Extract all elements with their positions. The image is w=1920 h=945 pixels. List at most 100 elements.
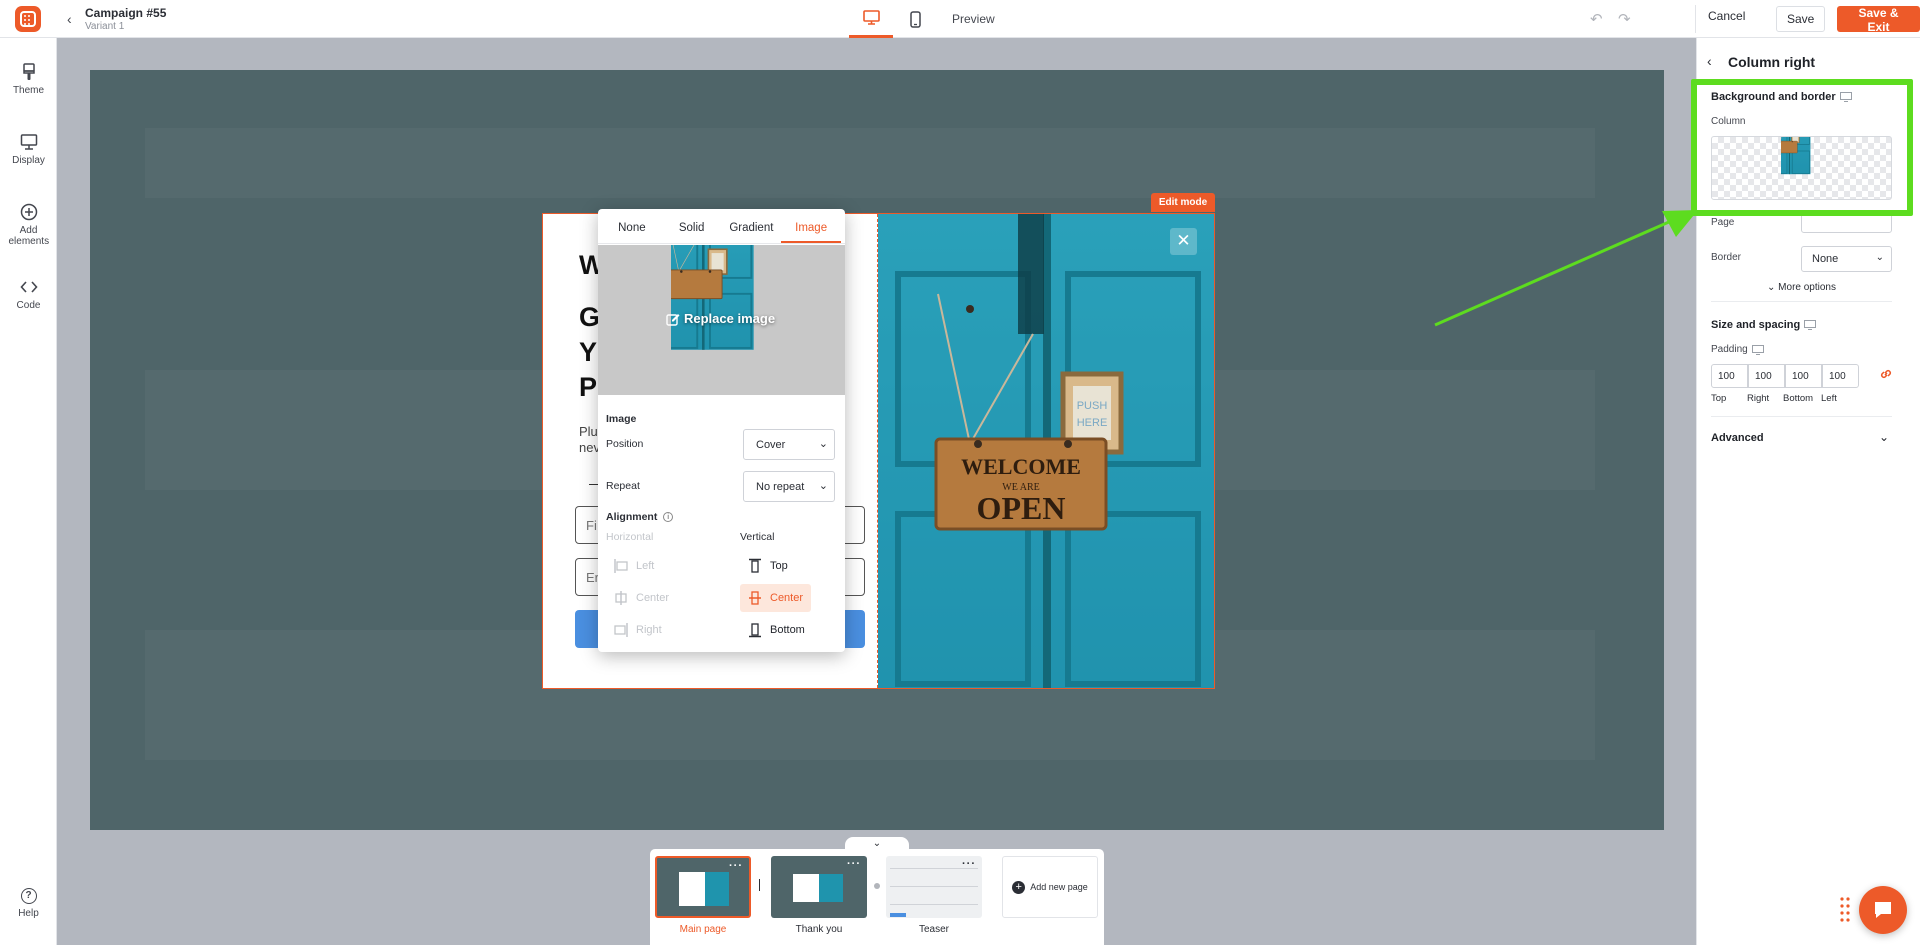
position-value: Cover [756,439,786,451]
more-icon[interactable]: ··· [847,858,861,870]
border-select[interactable]: None ⌄ [1801,246,1892,272]
repeat-value: No repeat [756,481,805,493]
page-background-select[interactable] [1801,211,1892,233]
app-logo-icon[interactable] [15,6,41,32]
alignment-label: Alignment i [606,511,674,523]
repeat-select[interactable]: No repeat ⌄ [743,471,835,502]
desktop-view-button[interactable] [849,0,893,38]
image-section-label: Image [606,413,637,425]
popup-body-line[interactable]: Plu [579,424,598,439]
popup-subheading-line[interactable]: G [579,302,600,333]
page-thumbnail-thank-you[interactable]: ··· [771,856,867,918]
align-bottom-button[interactable]: Bottom [748,622,805,638]
image-preview[interactable]: Replace image [598,245,845,395]
chevron-down-icon: ⌄ [818,438,828,450]
chevron-down-icon: ⌄ [1875,252,1884,263]
thumb-line [890,886,978,887]
more-options-button[interactable]: ⌄ More options [1767,282,1836,293]
cancel-button[interactable]: Cancel [1708,9,1745,23]
align-left-icon [614,559,628,573]
align-center-icon [615,591,627,605]
desktop-icon [862,10,880,25]
divider [1711,301,1892,302]
page-name[interactable]: Thank you [764,924,874,935]
padding-left-input[interactable]: 100 [1822,364,1859,388]
align-center-h-button[interactable]: Center [614,590,669,606]
page-name[interactable]: Teaser [879,924,989,935]
thumb-right [705,872,729,906]
section-label: Size and spacing [1711,319,1801,331]
drag-handle-icon[interactable] [1840,896,1850,924]
column-label: Column [1711,116,1746,127]
image-thumbnail [1781,137,1823,199]
sidebar-item-theme[interactable]: Theme [0,63,57,96]
position-select[interactable]: Cover ⌄ [743,429,835,460]
page-label: Page [1711,217,1735,228]
tab-solid[interactable]: Solid [662,209,722,243]
back-arrow-icon[interactable]: ‹ [1707,53,1712,69]
align-left-button[interactable]: Left [614,558,654,574]
popup-right-column-image[interactable]: WELCOME WE ARE OPEN PUSH HERE [877,214,1214,688]
padding-caption: Bottom [1783,393,1814,404]
background-picker-popover: None Solid Gradient Image Replace image … [598,209,845,652]
more-icon[interactable]: ··· [729,860,743,872]
paintbrush-icon [22,63,35,80]
help-button[interactable]: ? Help [0,888,57,919]
monitor-icon [1804,320,1817,330]
horizontal-label: Horizontal [606,531,654,543]
padding-right-input[interactable]: 100 [1748,364,1785,388]
link-icon[interactable] [1879,367,1893,381]
padding-caption: Right [1747,393,1770,404]
mobile-icon [909,10,921,28]
align-right-button[interactable]: Right [614,622,662,638]
save-button[interactable]: Save [1776,6,1826,32]
page-thumbnail-teaser[interactable]: ··· [886,856,982,918]
plus-circle-icon [20,203,37,221]
add-new-page-button[interactable]: + Add new page [1002,856,1098,918]
chevron-down-icon: ⌄ [872,838,882,849]
popup-subheading-line[interactable]: Y [579,337,597,368]
advanced-section-toggle[interactable]: Advanced [1711,432,1764,444]
sign-text: WELCOME [961,454,1081,479]
more-icon[interactable]: ··· [962,858,976,870]
ghost-block [145,128,1595,198]
thumb-right [819,874,843,902]
align-center-v-button[interactable]: Center [740,584,812,612]
help-label: Help [18,908,39,919]
preview-button[interactable]: Preview [952,12,995,26]
column-background-preview[interactable] [1711,136,1892,200]
chat-support-button[interactable] [1859,886,1907,934]
back-arrow-icon[interactable]: ‹ [67,11,72,27]
tab-gradient[interactable]: Gradient [722,209,782,243]
chevron-down-icon[interactable]: ⌄ [1879,430,1889,444]
sign-text: OPEN [977,490,1066,526]
popup-body-line[interactable]: nev [579,440,600,455]
align-bottom-icon [749,623,761,638]
monitor-icon [1839,92,1852,102]
popup-subheading-line[interactable]: P [579,372,597,403]
padding-bottom-input[interactable]: 100 [1785,364,1822,388]
sidebar-item-display[interactable]: Display [0,133,57,166]
sidebar-item-label: Code [16,300,41,311]
thumb-left [679,872,705,906]
mobile-view-button[interactable] [893,0,937,38]
tab-image[interactable]: Image [781,209,841,243]
undo-icon[interactable]: ↶ [1590,10,1603,28]
close-icon[interactable]: ✕ [1170,228,1197,255]
sidebar-item-add-elements[interactable]: Add elements [0,203,57,247]
save-exit-button[interactable]: Save & Exit [1837,6,1920,34]
redo-icon[interactable]: ↷ [1618,10,1631,28]
align-top-button[interactable]: Top [748,558,788,574]
sidebar-item-label: Display [12,155,45,166]
padding-top-input[interactable]: 100 [1711,364,1748,388]
sidebar-item-label: Add elements [8,225,50,247]
page-name[interactable]: Main page [648,924,758,935]
sidebar-item-code[interactable]: Code [0,278,57,311]
chevron-down-icon: ⌄ [1767,282,1776,293]
replace-image-button[interactable]: Replace image [684,311,775,326]
page-thumbnail-main[interactable]: ··· [655,856,751,918]
sidebar-item-label: Theme [12,85,45,96]
top-bar: ‹ Campaign #55 Variant 1 Preview ↶ ↷ Can… [0,0,1920,38]
border-label: Border [1711,252,1742,263]
tab-none[interactable]: None [602,209,662,243]
